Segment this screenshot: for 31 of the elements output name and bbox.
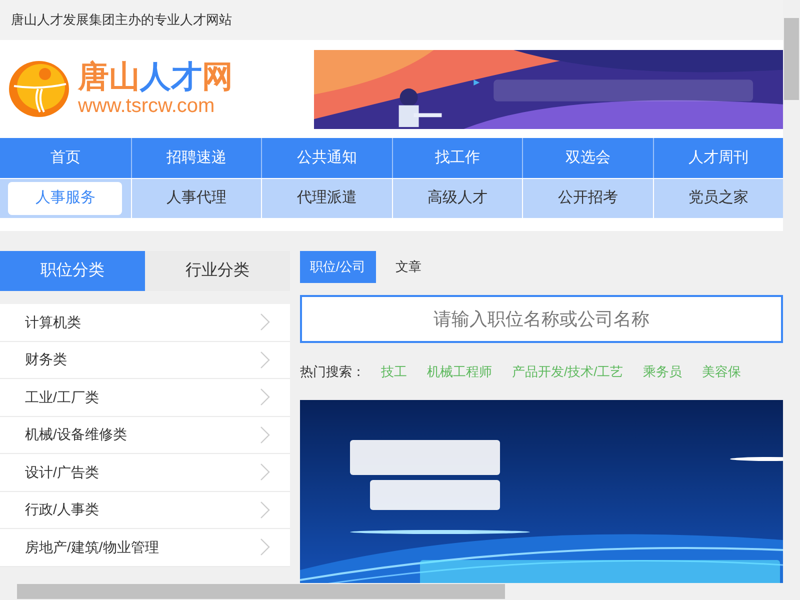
category-item[interactable]: 设计/广告类 [0,454,290,492]
chevron-right-icon [260,426,270,444]
category-item[interactable]: 机械/设备维修类 [0,416,290,454]
chevron-right-icon [260,463,270,482]
nav-link[interactable]: 人事代理 [139,182,254,215]
tagline: 唐山人才发展集团主办的专业人才网站 [11,11,232,30]
nav-link[interactable]: 首页 [0,138,130,178]
search-tab[interactable]: 职位/公司 [300,251,376,283]
search-field[interactable]: 请输入职位名称或公司名称 [300,295,783,343]
category-tab[interactable]: 职位分类 [0,251,145,291]
nav-link[interactable]: 高级人才 [400,182,514,215]
category-item[interactable]: 房地产/建筑/物业管理 [0,529,290,566]
chevron-right-icon [260,388,270,406]
nav-link[interactable]: 人事服务 [8,182,122,215]
hot-search-label: 热门搜索： [300,362,365,381]
logo-icon [8,60,70,118]
chevron-right-icon [260,313,270,332]
chevron-right-icon [260,350,270,369]
chevron-right-icon [260,538,270,556]
nav-link[interactable]: 代理派遣 [270,182,384,215]
logo-url: www.tsrcw.com [78,94,216,118]
chevron-right-icon [260,500,270,519]
search-tab[interactable]: 文章 [386,251,432,283]
category-item[interactable]: 工业/工厂类 [0,379,290,416]
category-item[interactable]: 行政/人事类 [0,492,290,529]
category-item[interactable]: 计算机类 [0,304,290,342]
nav-link[interactable]: 党员之家 [661,182,776,215]
nav-link[interactable]: 公开招考 [530,182,645,215]
category-tab[interactable]: 行业分类 [145,251,290,291]
category-item[interactable]: 财务类 [0,342,290,379]
logo-title: 唐山人才网 [78,60,233,94]
